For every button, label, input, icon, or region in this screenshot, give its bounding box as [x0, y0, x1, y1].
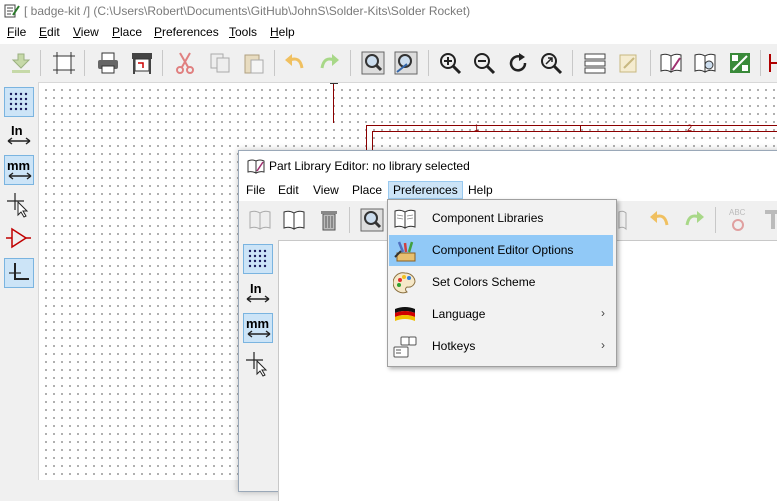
- menu-item-label: Language: [432, 307, 486, 321]
- double-arrow-icon: [246, 295, 270, 303]
- hidden-pins-icon: [6, 227, 31, 249]
- menu-tools[interactable]: Tools: [229, 25, 257, 39]
- color-palette-icon: [393, 272, 416, 294]
- preferences-dropdown-menu: Component Libraries Component Editor Opt…: [387, 199, 617, 367]
- main-menubar: File Edit View Place Preferences Tools H…: [0, 22, 777, 44]
- main-toolbar: [0, 44, 777, 83]
- crosshair-cursor-icon: [246, 352, 268, 377]
- editor-units-mm-button[interactable]: mm: [243, 313, 273, 343]
- library-editor-icon[interactable]: [658, 50, 684, 76]
- zoom-in-icon[interactable]: [437, 50, 463, 76]
- menu-item-language[interactable]: Language ›: [389, 299, 613, 330]
- menu-file[interactable]: File: [7, 25, 26, 39]
- schematic-frame-tick: [580, 125, 581, 131]
- editor-menu-preferences[interactable]: Preferences: [388, 181, 463, 199]
- orthogonal-icon: [9, 263, 29, 280]
- cursor-shape-button[interactable]: [4, 190, 34, 220]
- plot-icon[interactable]: [129, 50, 155, 76]
- eeschema-app-icon: [4, 4, 20, 18]
- redo-icon[interactable]: [316, 50, 342, 76]
- editor-menu-edit[interactable]: Edit: [278, 183, 299, 197]
- frame-column-label-2: 2: [687, 123, 693, 133]
- menu-place[interactable]: Place: [112, 25, 142, 39]
- print-icon[interactable]: [95, 50, 121, 76]
- find-replace-icon[interactable]: [393, 50, 419, 76]
- field-text-icon[interactable]: ABC: [725, 207, 751, 233]
- grid-toggle-button[interactable]: [4, 87, 34, 117]
- zoom-out-icon[interactable]: [471, 50, 497, 76]
- library-browser-icon[interactable]: [692, 50, 718, 76]
- editor-menu-view[interactable]: View: [313, 183, 339, 197]
- submenu-arrow-icon: ›: [601, 338, 605, 352]
- editor-title-bar: Part Library Editor: no library selected: [239, 151, 777, 181]
- editor-menu-file[interactable]: File: [246, 183, 265, 197]
- editor-redo-icon[interactable]: [681, 207, 707, 233]
- find-icon[interactable]: [360, 50, 386, 76]
- menu-view[interactable]: View: [73, 25, 99, 39]
- grid-icon: [248, 249, 267, 268]
- editor-menu-place[interactable]: Place: [352, 183, 382, 197]
- editor-units-inch-button[interactable]: In: [243, 279, 273, 309]
- library-book-icon: [394, 209, 416, 229]
- hotkeys-icon: [393, 336, 417, 358]
- editor-menubar: File Edit View Place Preferences Help: [239, 181, 777, 201]
- menu-item-hotkeys[interactable]: Hotkeys ›: [389, 331, 613, 362]
- delete-part-icon[interactable]: [316, 207, 342, 233]
- orthogonal-wires-button[interactable]: [4, 258, 34, 288]
- menu-edit[interactable]: Edit: [39, 25, 60, 39]
- zoom-fit-icon[interactable]: [538, 50, 564, 76]
- editor-options-icon: [394, 241, 416, 262]
- cursor-mark: [330, 83, 338, 84]
- menu-item-label: Set Colors Scheme: [432, 275, 536, 289]
- units-mm-button[interactable]: mm: [4, 155, 34, 185]
- menu-item-set-colors-scheme[interactable]: Set Colors Scheme: [389, 267, 613, 298]
- undo-icon[interactable]: [282, 50, 308, 76]
- redraw-icon[interactable]: [505, 50, 531, 76]
- editor-menu-help[interactable]: Help: [468, 183, 493, 197]
- editor-grid-toggle-button[interactable]: [243, 244, 273, 274]
- save-icon[interactable]: [8, 50, 34, 76]
- crosshair-cursor-icon: [7, 193, 29, 218]
- hierarchy-navigator-icon[interactable]: [582, 50, 608, 76]
- erc-icon[interactable]: [766, 50, 777, 76]
- main-title-bar: [ badge-kit /] (C:\Users\Robert\Document…: [0, 0, 777, 22]
- main-window-title: [ badge-kit /] (C:\Users\Robert\Document…: [24, 4, 471, 18]
- new-library-icon[interactable]: [281, 207, 307, 233]
- copy-icon[interactable]: [207, 50, 233, 76]
- editor-left-toolbar: In mm: [239, 239, 277, 499]
- leave-sheet-icon[interactable]: [616, 50, 642, 76]
- abc-label: ABC: [729, 208, 746, 217]
- menu-item-component-editor-options[interactable]: Component Editor Options: [389, 235, 613, 266]
- double-arrow-icon: [247, 330, 271, 338]
- double-arrow-icon: [8, 172, 32, 180]
- editor-undo-icon[interactable]: [647, 207, 673, 233]
- frame-column-label-1: 1: [474, 123, 480, 133]
- library-browser-icon[interactable]: [359, 207, 385, 233]
- menu-help[interactable]: Help: [270, 25, 295, 39]
- menu-preferences[interactable]: Preferences: [154, 25, 219, 39]
- paste-icon[interactable]: [241, 50, 267, 76]
- page-settings-icon[interactable]: [51, 50, 77, 76]
- text-tool-icon[interactable]: [759, 207, 777, 233]
- menu-item-label: Hotkeys: [432, 339, 476, 353]
- editor-cursor-shape-button[interactable]: [243, 349, 273, 379]
- double-arrow-icon: [7, 137, 31, 145]
- hidden-pins-button[interactable]: [4, 224, 34, 254]
- menu-item-label: Component Editor Options: [432, 243, 574, 257]
- menu-item-label: Component Libraries: [432, 211, 544, 225]
- menu-item-component-libraries[interactable]: Component Libraries: [389, 203, 613, 234]
- main-left-toolbar: In mm: [0, 82, 39, 480]
- editor-window-title: Part Library Editor: no library selected: [269, 159, 470, 173]
- annotate-icon[interactable]: [727, 50, 753, 76]
- cut-icon[interactable]: [172, 50, 198, 76]
- units-inch-button[interactable]: In: [4, 121, 34, 151]
- library-editor-app-icon: [247, 159, 265, 174]
- language-flag-icon: [395, 307, 415, 321]
- grid-icon: [9, 92, 28, 111]
- select-library-icon[interactable]: [247, 207, 273, 233]
- schematic-frame-line: [333, 83, 334, 123]
- submenu-arrow-icon: ›: [601, 306, 605, 320]
